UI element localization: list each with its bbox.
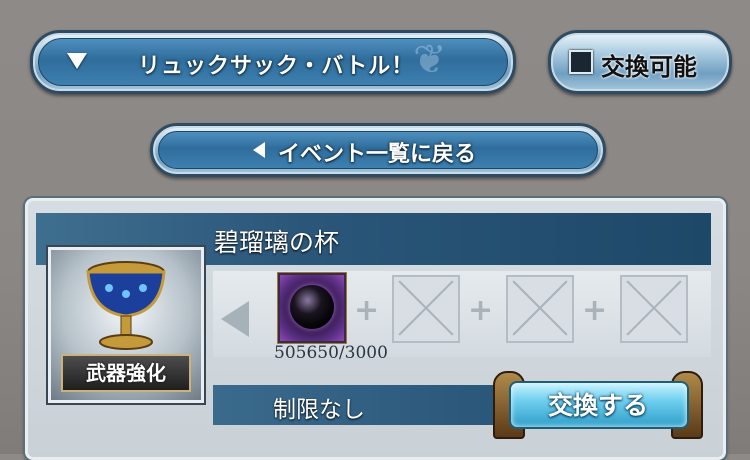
item-icon[interactable]: 武器強化 [48, 247, 204, 403]
limit-label: 制限なし [273, 397, 365, 423]
ornament-swirl-icon: ❦ [413, 37, 447, 83]
empty-material-slot [392, 275, 460, 343]
plus-icon: + [582, 293, 608, 328]
event-dropdown[interactable]: ❦ リュックサック・バトル！ [30, 30, 516, 94]
exchange-item-card: 碧瑠璃の杯 武器強化 + + + 505650/3000 制限なし 交換する [25, 198, 726, 460]
exchangeable-label: 交換可能 [601, 53, 697, 81]
dark-orb-icon [290, 285, 334, 329]
plus-icon: + [468, 293, 494, 328]
gem-arrow-icon [221, 301, 249, 337]
plus-icon: + [354, 293, 380, 328]
exchange-button-label: 交換する [547, 391, 648, 420]
empty-material-slot [506, 275, 574, 343]
material-count: 505650/3000 [274, 343, 388, 363]
dropdown-triangle-icon [67, 53, 87, 69]
checkbox-icon[interactable] [569, 50, 593, 74]
exchange-button[interactable]: 交換する [493, 371, 703, 439]
empty-material-slot [620, 275, 688, 343]
item-name: 碧瑠璃の杯 [214, 228, 340, 257]
cost-material-slot[interactable] [278, 273, 346, 343]
back-arrow-icon [253, 142, 265, 158]
event-dropdown-label: リュックサック・バトル！ [138, 54, 415, 79]
back-button-label: イベント一覧に戻る [278, 142, 477, 167]
back-to-event-list-button[interactable]: イベント一覧に戻る [150, 123, 606, 177]
exchangeable-filter-toggle[interactable]: 交換可能 [548, 30, 732, 94]
goblet-icon [86, 261, 166, 350]
weapon-enhance-badge: 武器強化 [61, 354, 191, 392]
